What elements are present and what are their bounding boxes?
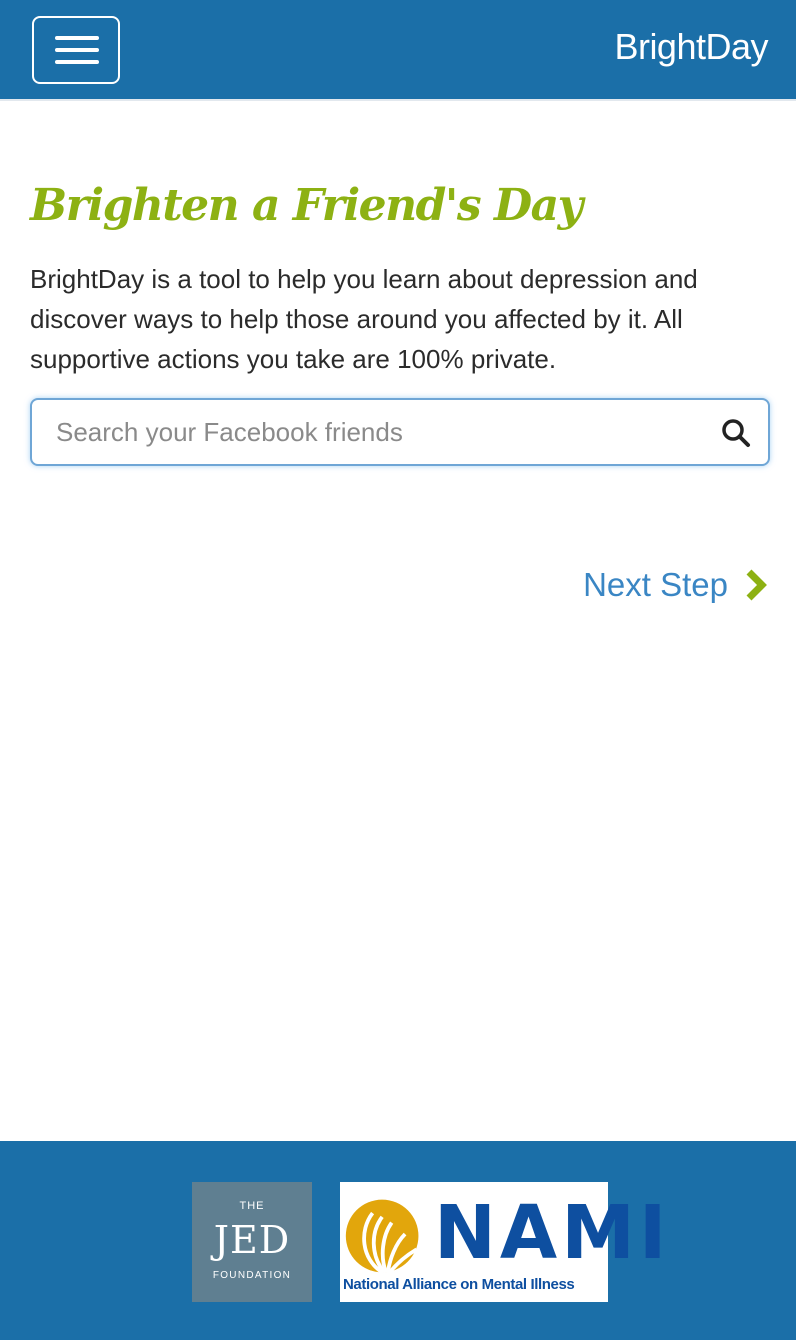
jed-foundation-logo[interactable]: THE JED FOUNDATION [192,1182,312,1302]
navbar: BrightDay [0,0,796,101]
jed-logo-name: JED [213,1218,291,1262]
jed-logo-the: THE [239,1200,265,1212]
nami-logo-tagline: National Alliance on Mental Illness [343,1276,575,1293]
hamburger-menu-icon-bar [55,48,99,52]
brand-link[interactable]: BrightDay [614,26,768,68]
search-icon[interactable] [720,417,752,449]
intro-text: BrightDay is a tool to help you learn ab… [30,264,698,374]
menu-button[interactable] [32,16,120,84]
jed-logo-sub: FOUNDATION [212,1270,292,1281]
next-step-link[interactable]: Next Step [583,566,768,604]
nami-logo-name: NAMI [434,1190,671,1276]
hamburger-menu-icon-bar [55,60,99,64]
search-input[interactable] [32,400,712,464]
nami-logo[interactable]: NAMI National Alliance on Mental Illness [340,1182,666,1302]
chevron-right-icon [746,569,767,601]
search-box [30,398,770,466]
hamburger-menu-icon [55,36,99,40]
footer: THE JED FOUNDATION NAMI National Allianc… [0,1141,796,1340]
next-step-label: Next Step [583,566,728,603]
nami-emblem-icon [345,1199,419,1274]
page-title: Brighten a Friend's Day [30,180,583,231]
